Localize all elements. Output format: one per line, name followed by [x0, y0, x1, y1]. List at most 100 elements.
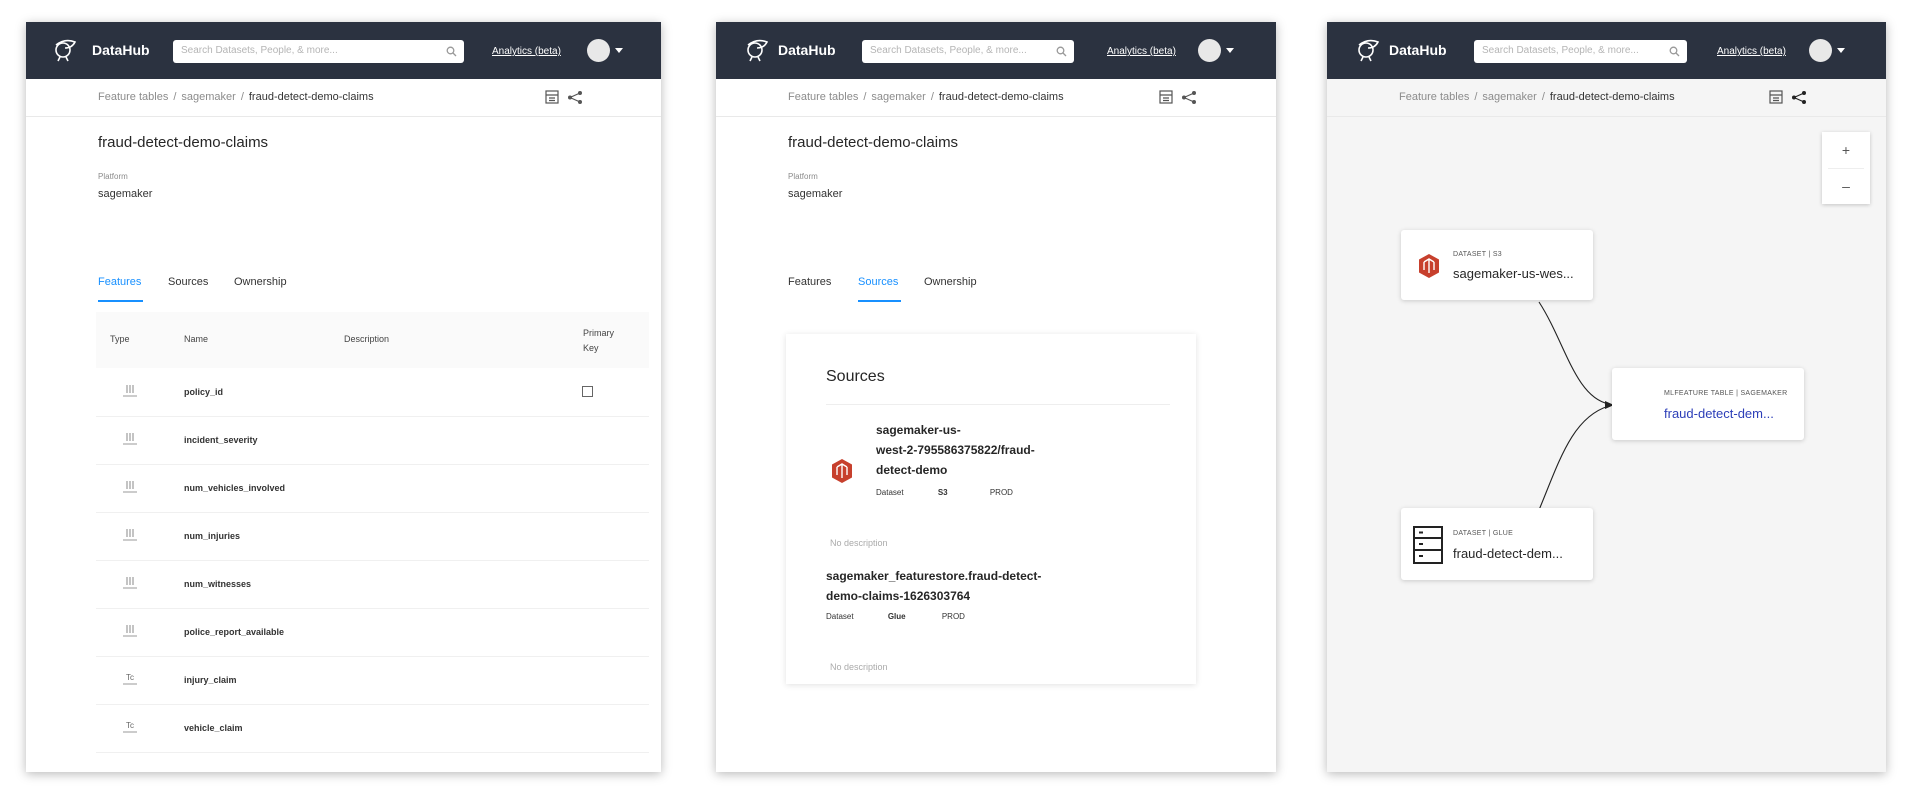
user-avatar[interactable]	[587, 39, 610, 62]
active-tab-indicator	[858, 300, 901, 302]
source-meta: Dataset S3 PROD	[876, 488, 1013, 497]
search-bar[interactable]: Search Datasets, People, & more...	[862, 40, 1074, 63]
source-env: PROD	[989, 488, 1013, 497]
sagemaker-icon	[1419, 254, 1439, 278]
brand-name[interactable]: DataHub	[92, 42, 150, 58]
platform-value: sagemaker	[98, 188, 153, 200]
feature-name[interactable]: vehicle_claim	[184, 723, 243, 733]
primary-key-icon	[582, 386, 593, 397]
sources-card-title: Sources	[826, 368, 885, 385]
table-row[interactable]: num_vehicles_involved	[96, 464, 649, 513]
breadcrumb-item-current: fraud-detect-demo-claims	[938, 91, 1064, 103]
column-header-primary-key: Primary Key	[583, 328, 614, 353]
search-bar[interactable]: Search Datasets, People, & more...	[173, 40, 464, 63]
source-name-line: detect-demo	[876, 463, 948, 477]
search-placeholder: Search Datasets, People, & more...	[181, 45, 338, 56]
numeric-type-icon	[123, 385, 137, 397]
active-tab-indicator	[98, 300, 143, 302]
lineage-node-glue-dataset[interactable]: DATASET | GLUE fraud-detect-dem...	[1401, 508, 1593, 580]
analytics-link[interactable]: Analytics (beta)	[492, 46, 561, 57]
search-placeholder: Search Datasets, People, & more...	[870, 45, 1027, 56]
table-row[interactable]: policy_id	[96, 368, 649, 417]
document-view-icon[interactable]	[545, 90, 559, 104]
feature-name[interactable]: num_witnesses	[184, 579, 251, 589]
breadcrumb-item-feature-tables[interactable]: Feature tables	[788, 91, 858, 103]
glue-table-icon	[1413, 526, 1443, 564]
table-row[interactable]: police_report_available	[96, 608, 649, 657]
breadcrumb-item-current: fraud-detect-demo-claims	[248, 91, 374, 103]
feature-name[interactable]: police_report_available	[184, 627, 284, 637]
brand-name[interactable]: DataHub	[778, 42, 836, 58]
lineage-view-icon[interactable]	[1181, 90, 1197, 105]
breadcrumb-item-platform[interactable]: sagemaker	[181, 91, 235, 103]
source-platform: Glue	[887, 612, 906, 621]
feature-name[interactable]: injury_claim	[184, 675, 237, 685]
source-env: PROD	[941, 612, 965, 621]
numeric-type-icon	[123, 433, 137, 445]
source-platform: S3	[937, 488, 948, 497]
source-name[interactable]: sagemaker-us- west-2-795586375822/fraud-…	[876, 420, 1035, 480]
numeric-type-icon	[123, 625, 137, 637]
breadcrumb-item-feature-tables[interactable]: Feature tables	[98, 91, 168, 103]
tab-features[interactable]: Features	[788, 276, 831, 288]
features-view-panel: DataHub Search Datasets, People, & more.…	[26, 22, 661, 772]
source-entity-type: Dataset	[876, 488, 904, 497]
source-name-line: sagemaker_featurestore.fraud-detect-	[826, 569, 1042, 583]
search-icon[interactable]	[1056, 46, 1067, 57]
source-name[interactable]: sagemaker_featurestore.fraud-detect- dem…	[826, 566, 1041, 606]
datahub-logo-icon[interactable]	[744, 36, 770, 62]
feature-name[interactable]: num_injuries	[184, 531, 240, 541]
tab-sources[interactable]: Sources	[168, 276, 208, 288]
user-avatar[interactable]	[1198, 39, 1221, 62]
entity-title: fraud-detect-demo-claims	[788, 134, 959, 151]
top-nav: DataHub Search Datasets, People, & more.…	[26, 22, 661, 79]
lineage-node-s3-dataset[interactable]: DATASET | S3 sagemaker-us-wes...	[1401, 230, 1593, 300]
tab-ownership[interactable]: Ownership	[924, 276, 977, 288]
lineage-view-panel: DataHub Search Datasets, People, & more.…	[1327, 22, 1886, 772]
sources-view-panel: DataHub Search Datasets, People, & more.…	[716, 22, 1276, 772]
sagemaker-icon	[832, 459, 852, 483]
datahub-logo-icon[interactable]	[52, 36, 78, 62]
chevron-down-icon[interactable]	[615, 48, 623, 53]
document-view-icon[interactable]	[1159, 90, 1173, 104]
search-icon[interactable]	[446, 46, 457, 57]
feature-name[interactable]: policy_id	[184, 387, 223, 397]
table-row[interactable]: num_injuries	[96, 512, 649, 561]
table-row[interactable]: Tc injury_claim	[96, 656, 649, 705]
numeric-type-icon	[123, 529, 137, 541]
tab-features[interactable]: Features	[98, 276, 141, 288]
source-entity-type: Dataset	[826, 612, 854, 621]
column-header-type: Type	[110, 334, 130, 344]
node-type-label: MLFEATURE TABLE | SAGEMAKER	[1664, 390, 1788, 397]
source-meta: Dataset Glue PROD	[826, 612, 965, 621]
chevron-down-icon[interactable]	[1226, 48, 1234, 53]
svg-text:Tc: Tc	[126, 721, 134, 730]
table-row[interactable]: incident_severity	[96, 416, 649, 465]
text-type-icon: Tc	[123, 721, 137, 733]
table-row[interactable]: Tc vehicle_claim	[96, 704, 649, 753]
platform-label: Platform	[788, 172, 818, 181]
lineage-view-icon[interactable]	[567, 90, 583, 105]
breadcrumb-item-platform[interactable]: sagemaker	[871, 91, 925, 103]
feature-name[interactable]: num_vehicles_involved	[184, 483, 285, 493]
tab-ownership[interactable]: Ownership	[234, 276, 287, 288]
column-header-name: Name	[184, 334, 209, 344]
entity-title: fraud-detect-demo-claims	[98, 134, 269, 151]
analytics-link[interactable]: Analytics (beta)	[1107, 46, 1176, 57]
features-table-header: Type Name Description Primary Key	[96, 312, 649, 368]
platform-label: Platform	[98, 172, 128, 181]
platform-value: sagemaker	[788, 188, 843, 200]
column-header-description: Description	[344, 334, 390, 344]
tab-sources[interactable]: Sources	[858, 276, 898, 288]
numeric-type-icon	[123, 481, 137, 493]
node-name: fraud-detect-dem...	[1664, 406, 1774, 421]
table-row[interactable]: num_witnesses	[96, 560, 649, 609]
breadcrumb-bar: Feature tables / sagemaker / fraud-detect-de…	[716, 79, 1276, 117]
source-description: No description	[830, 538, 888, 548]
breadcrumb: Feature tables / sagemaker / fraud-detect-de…	[98, 91, 374, 103]
lineage-edge	[1538, 301, 1610, 405]
feature-name[interactable]: incident_severity	[184, 435, 258, 445]
lineage-node-feature-table[interactable]: MLFEATURE TABLE | SAGEMAKER fraud-detect…	[1612, 368, 1804, 440]
top-nav: DataHub Search Datasets, People, & more.…	[716, 22, 1276, 79]
source-description: No description	[830, 662, 888, 672]
